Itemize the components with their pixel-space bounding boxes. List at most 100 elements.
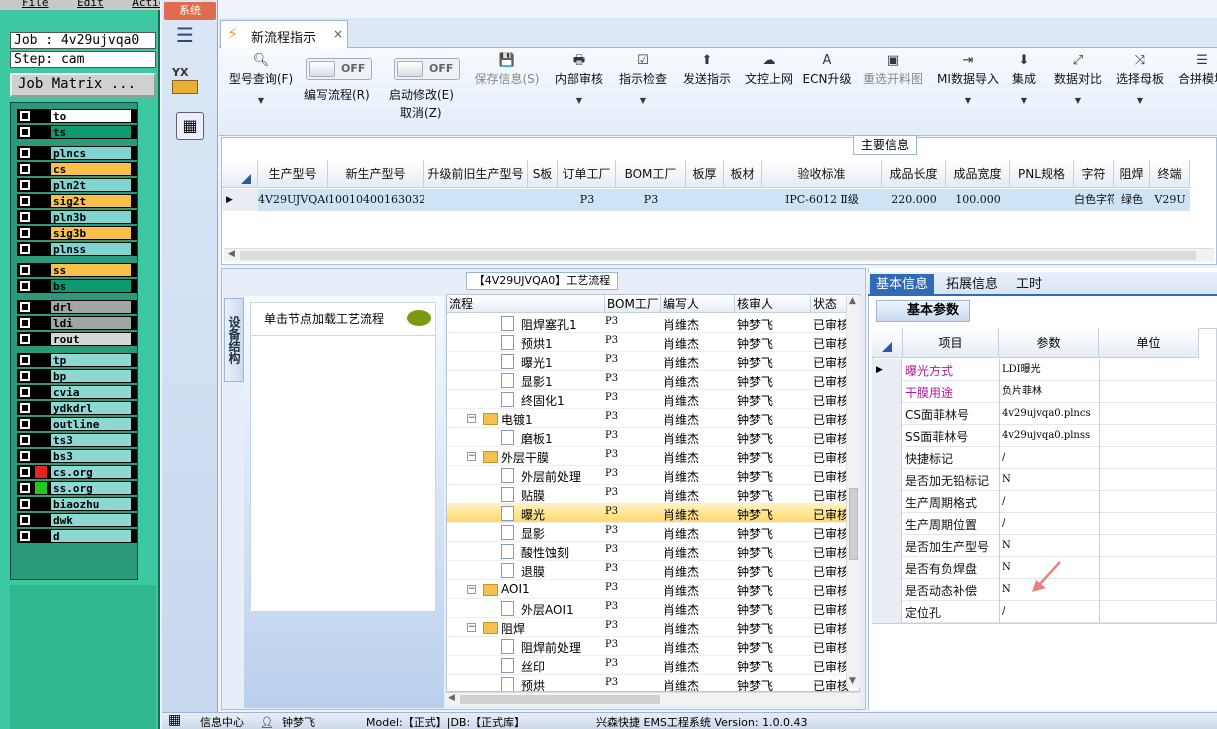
layer-name[interactable]: ss: [50, 263, 132, 277]
layer-row[interactable]: ldi: [17, 316, 137, 330]
tab-work-hours[interactable]: 工时: [1010, 274, 1048, 296]
param-value[interactable]: LDI曝光: [999, 359, 1099, 381]
layer-checkbox[interactable]: [20, 387, 30, 397]
param-unit[interactable]: [1099, 557, 1199, 579]
col-unit[interactable]: 单位: [1099, 328, 1199, 358]
param-unit[interactable]: [1099, 579, 1199, 601]
col-reviewer[interactable]: 核审人: [735, 295, 811, 313]
process-tree-row[interactable]: 贴膜 P3 肖维杰 钟梦飞 已审核: [447, 485, 849, 504]
col-writer[interactable]: 编写人: [661, 295, 735, 313]
scroll-up-icon[interactable]: ▲: [849, 296, 856, 306]
process-tree-row[interactable]: 曝光1 P3 肖维杰 钟梦飞 已审核: [447, 352, 849, 371]
layer-checkbox[interactable]: [20, 265, 30, 275]
layer-name[interactable]: pln3b: [50, 210, 132, 224]
layer-row[interactable]: outline: [17, 417, 137, 431]
layer-checkbox[interactable]: [20, 111, 30, 121]
layer-name[interactable]: plncs: [50, 146, 132, 160]
job-matrix-button[interactable]: Job Matrix ...: [10, 73, 156, 97]
main-grid-hscrollbar[interactable]: ◀: [224, 248, 1214, 262]
ribbon-button[interactable]: ⇥ MI数据导入 ▼: [934, 52, 1002, 122]
param-value[interactable]: N: [999, 535, 1099, 557]
layer-name[interactable]: ss.org: [50, 481, 132, 495]
layer-checkbox[interactable]: [20, 451, 30, 461]
layer-row[interactable]: plncs: [17, 146, 137, 160]
param-unit[interactable]: [1099, 535, 1199, 557]
main-col-header[interactable]: 板厚: [686, 160, 724, 188]
layer-name[interactable]: rout: [50, 332, 132, 346]
layer-checkbox[interactable]: [20, 318, 30, 328]
col-bom-factory[interactable]: BOM工厂: [605, 295, 661, 313]
layer-name[interactable]: cs.org: [50, 465, 132, 479]
layer-checkbox[interactable]: [20, 244, 30, 254]
layer-checkbox[interactable]: [20, 403, 30, 413]
main-col-header[interactable]: 升级前旧生产型号: [424, 160, 528, 188]
layer-row[interactable]: rout: [17, 332, 137, 346]
param-value[interactable]: /: [999, 601, 1099, 623]
layer-checkbox[interactable]: [20, 355, 30, 365]
layer-row[interactable]: to: [17, 109, 137, 123]
device-tree-body[interactable]: [250, 336, 436, 612]
layer-name[interactable]: bs3: [50, 449, 132, 463]
layer-row[interactable]: drl: [17, 300, 137, 314]
main-cell[interactable]: [1010, 189, 1074, 211]
col-process[interactable]: 流程: [447, 295, 605, 313]
layer-row[interactable]: ydkdrl: [17, 401, 137, 415]
layer-row[interactable]: ts3: [17, 433, 137, 447]
tree-hscrollbar[interactable]: ◀: [446, 692, 860, 706]
param-value[interactable]: 4v29ujvqa0.plnss: [999, 425, 1099, 447]
system-tab[interactable]: 系统: [164, 2, 216, 20]
layer-row[interactable]: plnss: [17, 242, 137, 256]
layer-checkbox[interactable]: [20, 196, 30, 206]
main-col-header[interactable]: PNL规格: [1010, 160, 1074, 188]
hamburger-menu-icon[interactable]: ☰: [176, 25, 200, 45]
layer-checkbox[interactable]: [20, 148, 30, 158]
layer-checkbox[interactable]: [20, 483, 30, 493]
cancel-button[interactable]: 取消(Z): [400, 104, 442, 121]
layer-row[interactable]: dwk: [17, 513, 137, 527]
layer-name[interactable]: dwk: [50, 513, 132, 527]
layer-checkbox[interactable]: [20, 212, 30, 222]
main-cell[interactable]: P3: [616, 189, 686, 211]
main-col-header[interactable]: 成品长度: [882, 160, 946, 188]
main-col-header[interactable]: 板材: [724, 160, 762, 188]
layer-name[interactable]: sig2t: [50, 194, 132, 208]
col-param[interactable]: 参数: [999, 328, 1099, 358]
main-cell[interactable]: 220.000: [882, 189, 946, 211]
process-tree-row[interactable]: 预烘 P3 肖维杰 钟梦飞 已审核: [447, 675, 849, 691]
main-cell[interactable]: 4V29UJVQA0: [258, 189, 328, 211]
collapse-toggle-icon[interactable]: −: [467, 452, 476, 461]
write-process-toggle[interactable]: OFF: [306, 58, 372, 80]
main-cell[interactable]: 10010400163032: [328, 189, 424, 211]
param-value[interactable]: N: [999, 469, 1099, 491]
process-tree-row[interactable]: 预烘1 P3 肖维杰 钟梦飞 已审核: [447, 333, 849, 352]
main-cell[interactable]: [528, 189, 558, 211]
process-tree-row[interactable]: − 阻焊 P3 肖维杰 钟梦飞 已审核: [447, 618, 849, 637]
ribbon-button[interactable]: ⬆ 发送指示: [678, 52, 736, 122]
param-row[interactable]: 干膜用途 负片菲林: [872, 381, 1217, 403]
layer-row[interactable]: cs: [17, 162, 137, 176]
param-row[interactable]: SS面菲林号 4v29ujvqa0.plnss: [872, 425, 1217, 447]
menu-file[interactable]: File: [22, 0, 49, 9]
yx-logo-icon[interactable]: YX: [172, 66, 206, 98]
main-cell[interactable]: IPC-6012 Ⅱ级: [762, 189, 882, 211]
layer-name[interactable]: bs: [50, 279, 132, 293]
param-value[interactable]: /: [999, 491, 1099, 513]
layer-name[interactable]: outline: [50, 417, 132, 431]
layer-row[interactable]: ts: [17, 125, 137, 139]
layer-name[interactable]: ts3: [50, 433, 132, 447]
ribbon-button[interactable]: ☁ 文控上网: [742, 52, 796, 122]
main-col-header[interactable]: 生产型号: [258, 160, 328, 188]
main-cell[interactable]: P3: [558, 189, 616, 211]
layer-checkbox[interactable]: [20, 302, 30, 312]
main-cell[interactable]: [686, 189, 724, 211]
layer-row[interactable]: cvia: [17, 385, 137, 399]
layer-row[interactable]: pln2t: [17, 178, 137, 192]
main-cell[interactable]: 100.000: [946, 189, 1010, 211]
param-unit[interactable]: [1099, 381, 1199, 403]
process-tree-row[interactable]: 外层前处理 P3 肖维杰 钟梦飞 已审核: [447, 466, 849, 485]
menu-edit[interactable]: Edit: [77, 0, 104, 9]
ribbon-button[interactable]: 🖶 内部审核 ▼: [550, 52, 608, 122]
layer-name[interactable]: biaozhu: [50, 497, 132, 511]
scroll-left-icon[interactable]: ◀: [228, 249, 235, 259]
param-row[interactable]: ▶ 曝光方式 LDI曝光: [872, 359, 1217, 381]
